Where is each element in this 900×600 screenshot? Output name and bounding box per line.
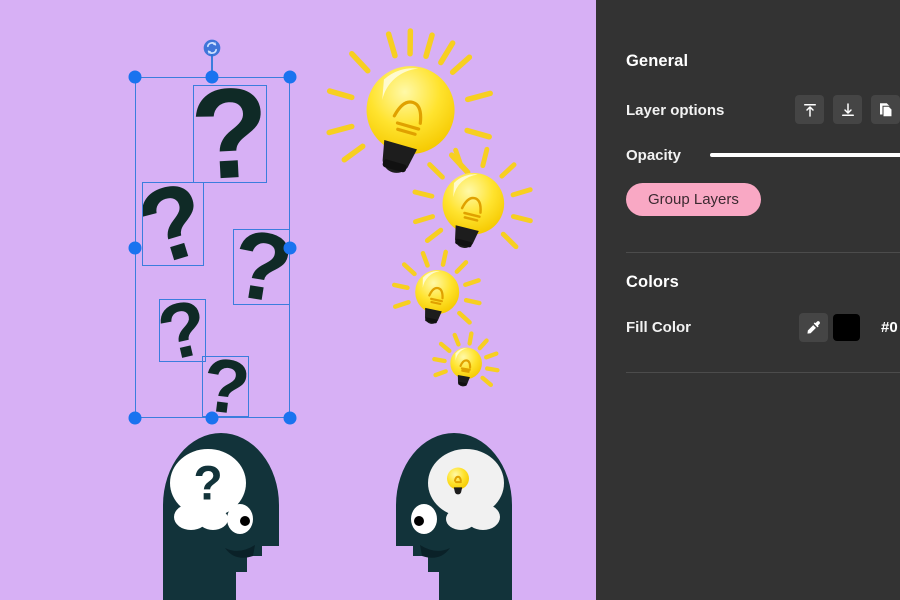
duplicate-layer-icon [879, 102, 893, 117]
layer-options-label: Layer options [626, 102, 725, 119]
panel-divider-1 [626, 252, 900, 253]
duplicate-layer-button[interactable] [871, 95, 900, 124]
question-mark-artwork: ? ? ? ? ? [126, 61, 300, 432]
panel-divider-2 [626, 372, 900, 373]
artwork-layer: ? ? ? ? ? ? [126, 28, 533, 600]
eyedropper-button[interactable] [799, 313, 828, 342]
fill-color-label: Fill Color [626, 319, 691, 336]
bring-to-front-button[interactable] [795, 95, 824, 124]
bring-to-front-icon [803, 103, 816, 117]
svg-text:?: ? [193, 458, 222, 511]
head-idea-artwork [396, 433, 512, 600]
group-layers-button[interactable]: Group Layers [626, 183, 761, 216]
svg-text:?: ? [187, 61, 273, 208]
properties-panel: General Layer options Opacity Group Laye… [596, 0, 900, 600]
colors-section-title: Colors [626, 273, 679, 291]
fill-color-swatch[interactable] [833, 314, 860, 341]
eyedropper-icon [807, 321, 820, 334]
opacity-slider[interactable] [710, 153, 900, 157]
app-root: ? ? ? ? ? ? General Layer options Opacit… [0, 0, 900, 600]
svg-text:?: ? [225, 210, 300, 325]
svg-text:?: ? [198, 342, 254, 432]
fill-color-hex-value[interactable]: #0 [881, 319, 898, 336]
head-confused-artwork: ? [163, 433, 279, 600]
send-to-back-icon [841, 102, 854, 116]
general-section-title: General [626, 52, 689, 70]
lightbulb-artwork [326, 28, 533, 387]
send-to-back-button[interactable] [833, 95, 862, 124]
design-canvas[interactable]: ? ? ? ? ? ? [0, 0, 596, 600]
opacity-label: Opacity [626, 147, 682, 164]
